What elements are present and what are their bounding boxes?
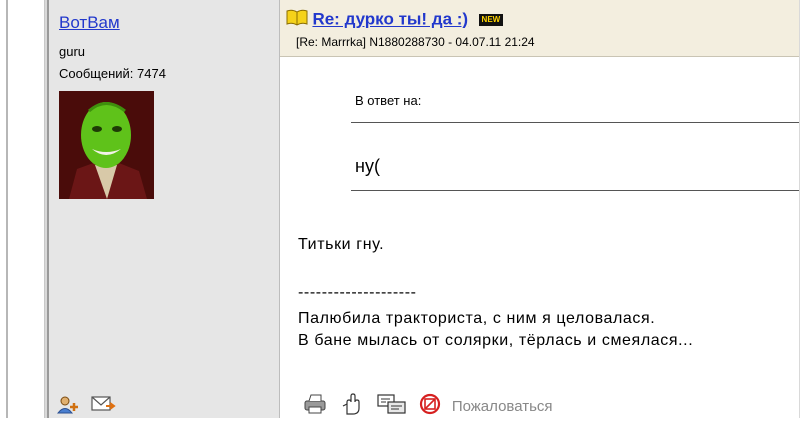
post-meta: [Re: Marrrka] N1880288730 - 04.07.11 21:… bbox=[296, 35, 535, 49]
signature-line: Палюбила тракториста, с ним я целовалася… bbox=[298, 310, 656, 327]
send-message-icon[interactable] bbox=[91, 394, 117, 419]
message-line: Титьки гну. bbox=[298, 236, 385, 253]
book-icon bbox=[286, 8, 308, 31]
quote-bottom-rule bbox=[351, 190, 799, 191]
complain-link[interactable]: Пожаловаться bbox=[452, 398, 553, 415]
reply-hand-icon[interactable] bbox=[340, 392, 364, 421]
signature-separator: -------------------- bbox=[298, 284, 417, 301]
thread-line bbox=[6, 0, 8, 418]
author-panel: ВотВам guru Сообщений: 7474 bbox=[47, 0, 280, 418]
left-gutter bbox=[0, 0, 45, 418]
author-actions bbox=[56, 394, 117, 419]
forum-post: ВотВам guru Сообщений: 7474 Re: дурко ты… bbox=[47, 0, 799, 418]
signature-line: В бане мылась от солярки, тёрлась и смея… bbox=[298, 332, 694, 349]
author-post-count: Сообщений: 7474 bbox=[59, 66, 166, 81]
quote-text: ну( bbox=[355, 156, 380, 176]
author-name-link[interactable]: ВотВам bbox=[59, 13, 120, 33]
avatar bbox=[59, 91, 154, 199]
post-title-link[interactable]: Re: дурко ты! да :) bbox=[312, 10, 468, 29]
author-rank: guru bbox=[59, 44, 86, 59]
quote-reply-icon[interactable] bbox=[377, 393, 407, 420]
complain-icon[interactable] bbox=[419, 393, 441, 420]
post-header: Re: дурко ты! да :) NEW [Re: Marrrka] N1… bbox=[280, 0, 799, 57]
add-friend-icon[interactable] bbox=[56, 394, 81, 419]
post-content: Re: дурко ты! да :) NEW [Re: Marrrka] N1… bbox=[280, 0, 799, 418]
new-badge: NEW bbox=[478, 13, 504, 26]
print-icon[interactable] bbox=[302, 393, 328, 420]
quote-label: В ответ на: bbox=[355, 93, 422, 108]
post-action-bar: Пожаловаться bbox=[302, 392, 553, 421]
page-frame: ВотВам guru Сообщений: 7474 Re: дурко ты… bbox=[0, 0, 800, 418]
quote-top-rule bbox=[351, 122, 799, 123]
